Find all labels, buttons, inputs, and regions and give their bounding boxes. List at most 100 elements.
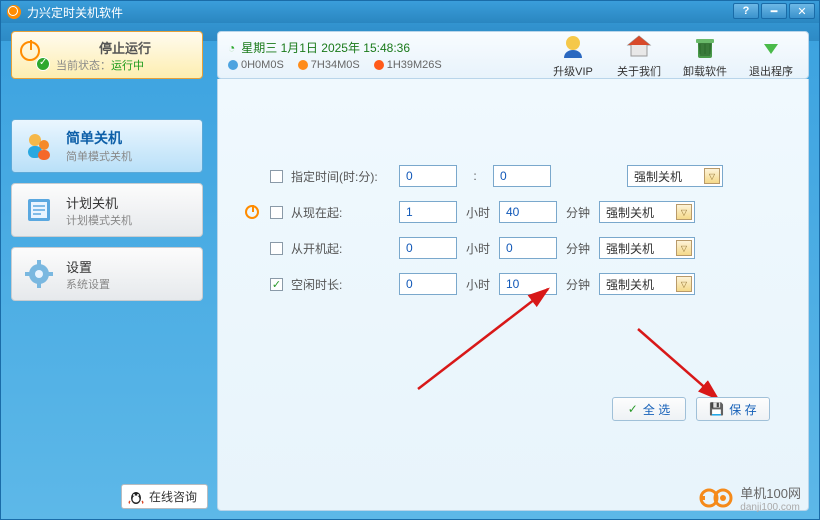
checkbox-from-now[interactable] [270, 206, 283, 219]
input-r2-min[interactable] [499, 201, 557, 223]
row-specified-time: 指定时间(时:分): : 强制关机▽ [242, 165, 776, 187]
unit-hour: 小时 [465, 204, 491, 221]
dot-blue-icon [228, 60, 238, 70]
select-all-button[interactable]: ✓ 全 选 [612, 397, 686, 421]
toolbar: 升级VIP 关于我们 卸载软件 退出程序 [546, 32, 798, 79]
gear-icon [22, 257, 56, 291]
disk-icon: 💾 [709, 402, 724, 416]
qq-icon [128, 489, 144, 505]
chevron-down-icon: ▽ [676, 240, 692, 256]
sidebar: 停止运行 当前状态：运行中 简单关机 简单模式关机 [1, 23, 213, 521]
nav-plan-shutdown[interactable]: 计划关机 计划模式关机 [11, 183, 203, 237]
checkbox-specified-time[interactable] [270, 170, 283, 183]
topbar: ◔ 星期三 1月1日 2025年 15:48:36 0H0M0S 7H34M0S… [217, 31, 809, 79]
status-text: 停止运行 当前状态：运行中 [56, 38, 194, 73]
uptime-1: 0H0M0S [241, 59, 284, 71]
about-label: 关于我们 [617, 63, 661, 79]
watermark-logo-icon [698, 487, 734, 509]
input-r4-hour[interactable] [399, 273, 457, 295]
close-button[interactable]: ✕ [789, 3, 815, 19]
annotation-arrow-1 [408, 279, 588, 399]
chevron-down-icon: ▽ [676, 204, 692, 220]
window-controls: ? ━ ✕ [733, 3, 815, 19]
vip-icon [558, 32, 588, 62]
uptime-2: 7H34M0S [311, 59, 360, 71]
colon: : [465, 169, 485, 183]
online-label: 在线咨询 [149, 488, 197, 505]
help-button[interactable]: ? [733, 3, 759, 19]
input-r3-hour[interactable] [399, 237, 457, 259]
power-status-icon [20, 41, 48, 69]
people-icon [22, 129, 56, 163]
label-from-now: 从现在起: [291, 204, 391, 221]
watermark-brand: 单机100网 [740, 483, 801, 502]
vip-label: 升级VIP [553, 63, 593, 79]
exit-button[interactable]: 退出程序 [744, 32, 798, 79]
status-box[interactable]: 停止运行 当前状态：运行中 [11, 31, 203, 79]
app-title: 力兴定时关机软件 [27, 4, 123, 21]
app-icon [7, 5, 21, 19]
notebook-icon [22, 193, 56, 227]
nav-simple-sub: 简单模式关机 [66, 148, 132, 164]
select-action-r4[interactable]: 强制关机▽ [599, 273, 695, 295]
main-area: ◔ 星期三 1月1日 2025年 15:48:36 0H0M0S 7H34M0S… [213, 23, 819, 521]
status-stop-label: 停止运行 [56, 38, 194, 57]
nav: 简单关机 简单模式关机 计划关机 计划模式关机 [11, 119, 203, 301]
checkbox-from-boot[interactable] [270, 242, 283, 255]
save-button[interactable]: 💾 保 存 [696, 397, 770, 421]
clock-area: ◔ 星期三 1月1日 2025年 15:48:36 0H0M0S 7H34M0S… [228, 39, 546, 71]
watermark-url: danji100.com [740, 502, 801, 513]
schedule-form: 指定时间(时:分): : 强制关机▽ 从现在起: 小时 [242, 165, 776, 295]
uptime-3: 1H39M26S [387, 59, 442, 71]
exit-label: 退出程序 [749, 63, 793, 79]
uninstall-button[interactable]: 卸载软件 [678, 32, 732, 79]
nav-plan-sub: 计划模式关机 [66, 212, 132, 228]
row-from-boot: 从开机起: 小时 分钟 强制关机▽ [242, 237, 776, 259]
clock-datetime: 星期三 1月1日 2025年 15:48:36 [241, 39, 410, 56]
check-icon: ✓ [628, 402, 638, 416]
label-specified-time: 指定时间(时:分): [291, 168, 391, 185]
nav-settings[interactable]: 设置 系统设置 [11, 247, 203, 301]
content-area: 停止运行 当前状态：运行中 简单关机 简单模式关机 [1, 23, 819, 521]
trash-icon [690, 32, 720, 62]
exit-arrow-icon [756, 32, 786, 62]
nav-settings-sub: 系统设置 [66, 276, 110, 292]
label-idle-duration: 空闲时长: [291, 276, 391, 293]
select-action-r1[interactable]: 强制关机▽ [627, 165, 723, 187]
home-icon [624, 32, 654, 62]
nav-plan-title: 计划关机 [66, 193, 132, 212]
input-r4-min[interactable] [499, 273, 557, 295]
uninstall-label: 卸载软件 [683, 63, 727, 79]
clock-icon: ◔ [228, 41, 235, 55]
select-action-r3[interactable]: 强制关机▽ [599, 237, 695, 259]
label-from-boot: 从开机起: [291, 240, 391, 257]
about-button[interactable]: 关于我们 [612, 32, 666, 79]
app-window: 力兴定时关机软件 ? ━ ✕ 停止运行 当前状态：运行中 [0, 0, 820, 520]
input-r1-hour[interactable] [399, 165, 457, 187]
input-r3-min[interactable] [499, 237, 557, 259]
form-panel: 指定时间(时:分): : 强制关机▽ 从现在起: 小时 [217, 79, 809, 511]
power-icon [245, 205, 259, 219]
titlebar: 力兴定时关机软件 ? ━ ✕ [1, 1, 819, 23]
unit-min: 分钟 [565, 204, 591, 221]
chevron-down-icon: ▽ [676, 276, 692, 292]
watermark: 单机100网 danji100.com [698, 483, 801, 513]
chevron-down-icon: ▽ [704, 168, 720, 184]
minimize-button[interactable]: ━ [761, 3, 787, 19]
status-prefix: 当前状态： [56, 60, 111, 72]
action-buttons: ✓ 全 选 💾 保 存 [612, 397, 770, 421]
dot-orange-icon [298, 60, 308, 70]
nav-simple-title: 简单关机 [66, 128, 132, 148]
checkbox-idle-duration[interactable]: ✓ [270, 278, 283, 291]
input-r2-hour[interactable] [399, 201, 457, 223]
status-running: 运行中 [111, 60, 144, 72]
row-idle-duration: ✓ 空闲时长: 小时 分钟 强制关机▽ [242, 273, 776, 295]
nav-settings-title: 设置 [66, 257, 110, 276]
nav-simple-shutdown[interactable]: 简单关机 简单模式关机 [11, 119, 203, 173]
upgrade-vip-button[interactable]: 升级VIP [546, 32, 600, 79]
row-from-now: 从现在起: 小时 分钟 强制关机▽ [242, 201, 776, 223]
select-action-r2[interactable]: 强制关机▽ [599, 201, 695, 223]
input-r1-min[interactable] [493, 165, 551, 187]
dot-red-icon [374, 60, 384, 70]
online-consult-button[interactable]: 在线咨询 [121, 484, 208, 509]
